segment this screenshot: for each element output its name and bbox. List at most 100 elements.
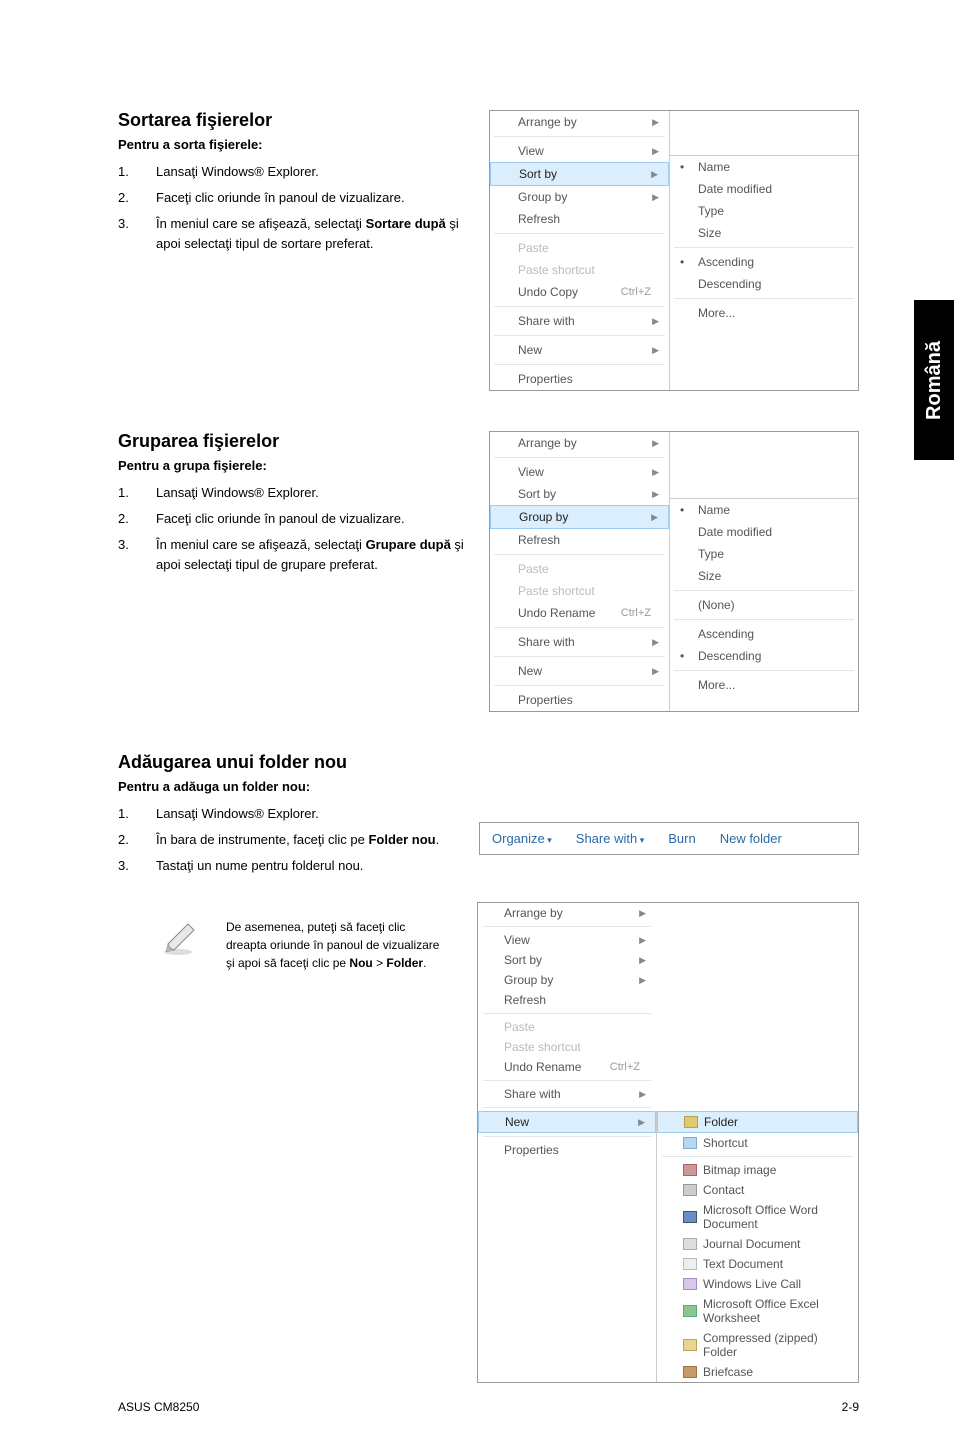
step-text: Faceţi clic oriunde în panoul de vizuali… [156, 509, 469, 529]
livecall-icon [683, 1278, 697, 1290]
menu-item: Share with [504, 1087, 639, 1101]
step-num: 2. [118, 188, 156, 208]
groupby-context-menu-screenshot: Arrange by▶ View▶ Sort by▶ Group by▶ Ref… [489, 431, 859, 712]
menu-shortcut: Ctrl+Z [610, 1061, 640, 1073]
chevron-right-icon: ▶ [652, 666, 659, 677]
menu-item: New [518, 664, 652, 678]
menu-item-sortby: Sort by [519, 167, 651, 181]
submenu-item: Ascending [698, 255, 848, 269]
menu-item: Properties [504, 1143, 646, 1157]
submenu-item: Compressed (zipped) Folder [703, 1331, 848, 1359]
submenu-item: More... [698, 306, 848, 320]
menu-item: View [504, 933, 639, 947]
menu-item: Arrange by [518, 436, 652, 450]
sort-subhead: Pentru a sorta fişierele: [118, 137, 469, 152]
menu-item: Undo Rename [504, 1060, 610, 1074]
submenu-item: Size [698, 569, 848, 583]
chevron-right-icon: ▶ [652, 345, 659, 356]
organize-button: Organize [492, 831, 552, 846]
submenu-item: Contact [703, 1183, 848, 1197]
step-num: 3. [118, 214, 156, 254]
menu-item: Refresh [518, 533, 659, 547]
step-text: În bara de instrumente, faceţi clic pe F… [156, 830, 459, 850]
step-num: 2. [118, 830, 156, 850]
menu-item: Sort by [504, 953, 639, 967]
chevron-right-icon: ▶ [652, 316, 659, 327]
submenu-item: Text Document [703, 1257, 848, 1271]
step-text: Lansaţi Windows® Explorer. [156, 483, 469, 503]
submenu-item: More... [698, 678, 848, 692]
chevron-right-icon: ▶ [639, 955, 646, 966]
submenu-item: Descending [698, 649, 848, 663]
submenu-item: Bitmap image [703, 1163, 848, 1177]
submenu-item: Name [698, 160, 848, 174]
language-tab: Română [914, 300, 954, 460]
chevron-right-icon: ▶ [652, 438, 659, 449]
step-num: 1. [118, 804, 156, 824]
submenu-item: Type [698, 204, 848, 218]
submenu-item: Windows Live Call [703, 1277, 848, 1291]
burn-button: Burn [668, 831, 695, 846]
chevron-right-icon: ▶ [651, 169, 658, 180]
new-context-menu-screenshot: Arrange by▶ View▶ Sort by▶ Group by▶ Ref… [477, 902, 859, 1383]
word-icon [683, 1211, 697, 1223]
chevron-right-icon: ▶ [652, 467, 659, 478]
menu-item: Paste shortcut [518, 584, 659, 598]
menu-item: New [518, 343, 652, 357]
menu-item: Paste [518, 241, 659, 255]
sort-steps: 1.Lansaţi Windows® Explorer. 2.Faceţi cl… [118, 162, 469, 255]
chevron-right-icon: ▶ [652, 489, 659, 500]
group-subhead: Pentru a grupa fişierele: [118, 458, 469, 473]
menu-item: Group by [504, 973, 639, 987]
step-text: În meniul care se afişează, selectaţi So… [156, 214, 469, 254]
menu-item: Paste shortcut [518, 263, 659, 277]
group-steps: 1.Lansaţi Windows® Explorer. 2.Faceţi cl… [118, 483, 469, 576]
note-text: De asemenea, puteţi să faceţi clic dreap… [226, 918, 446, 972]
step-num: 2. [118, 509, 156, 529]
explorer-toolbar-screenshot: Organize Share with Burn New folder [479, 822, 859, 855]
menu-item: Arrange by [504, 906, 639, 920]
page-footer: ASUS CM8250 2-9 [118, 1400, 859, 1414]
menu-item: Properties [518, 372, 659, 386]
folder-subhead: Pentru a adăuga un folder nou: [118, 779, 859, 794]
chevron-right-icon: ▶ [639, 935, 646, 946]
menu-item: Undo Copy [518, 285, 621, 299]
step-num: 1. [118, 483, 156, 503]
shortcut-icon [683, 1137, 697, 1149]
journal-icon [683, 1238, 697, 1250]
step-text: În meniul care se afişează, selectaţi Gr… [156, 535, 469, 575]
submenu-item-folder: Folder [704, 1115, 847, 1129]
chevron-right-icon: ▶ [652, 146, 659, 157]
step-num: 3. [118, 856, 156, 876]
submenu-item: Microsoft Office Word Document [703, 1203, 848, 1231]
menu-item: Refresh [504, 993, 646, 1007]
zip-icon [683, 1339, 697, 1351]
bitmap-icon [683, 1164, 697, 1176]
menu-shortcut: Ctrl+Z [621, 607, 651, 619]
submenu-item: Microsoft Office Excel Worksheet [703, 1297, 848, 1325]
step-num: 3. [118, 535, 156, 575]
chevron-right-icon: ▶ [652, 637, 659, 648]
language-label: Română [923, 341, 946, 420]
text-icon [683, 1258, 697, 1270]
submenu-item: Shortcut [703, 1136, 848, 1150]
footer-left: ASUS CM8250 [118, 1400, 199, 1414]
menu-item: Arrange by [518, 115, 652, 129]
submenu-item: Date modified [698, 525, 848, 539]
submenu-item: Ascending [698, 627, 848, 641]
submenu-item: Type [698, 547, 848, 561]
step-text: Lansaţi Windows® Explorer. [156, 804, 459, 824]
menu-item: Paste [504, 1020, 646, 1034]
menu-item-groupby: Group by [519, 510, 651, 524]
chevron-right-icon: ▶ [652, 192, 659, 203]
menu-item: View [518, 465, 652, 479]
submenu-item: Name [698, 503, 848, 517]
group-heading: Gruparea fişierelor [118, 431, 469, 452]
note-icon [158, 918, 198, 958]
submenu-item: Size [698, 226, 848, 240]
chevron-right-icon: ▶ [639, 1089, 646, 1100]
chevron-right-icon: ▶ [651, 512, 658, 523]
menu-item: Paste [518, 562, 659, 576]
chevron-right-icon: ▶ [639, 975, 646, 986]
menu-shortcut: Ctrl+Z [621, 286, 651, 298]
